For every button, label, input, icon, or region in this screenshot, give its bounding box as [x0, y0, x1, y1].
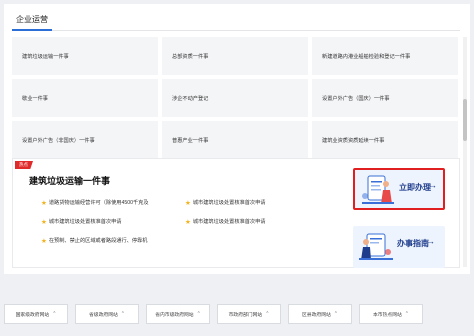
feature-item-label: 城市建筑垃圾处置核准首次申请: [192, 200, 266, 206]
select-label: 省内市级政府网站: [155, 312, 194, 318]
apply-now-button[interactable]: 立即办理 →: [353, 168, 445, 210]
scrollbar-thumb[interactable]: [463, 99, 467, 141]
service-guide-button[interactable]: 办事指南 →: [353, 226, 445, 268]
feature-item-row: ★ 城市建筑垃圾处置核准首次申请 ★ 城市建筑垃圾处置核准首次申请: [41, 212, 341, 231]
star-icon: ★: [185, 199, 191, 207]
select-label: 本市热点网站: [373, 312, 402, 318]
feature-item: ★ 在预制、禁止的区域或者路段通行、停靠机: [41, 237, 185, 245]
chevron-up-icon: ⌃: [404, 311, 409, 317]
star-icon: ★: [41, 199, 47, 207]
arrow-right-icon: →: [426, 236, 435, 246]
grid-row: 建筑垃圾运输一件事 总部资质一件事 新建道路内港业船舶检验和登记一件事: [12, 37, 460, 75]
scrollbar[interactable]: [463, 37, 467, 267]
guide-illustration-icon: [359, 233, 393, 260]
chevron-up-icon: ⌃: [333, 311, 338, 317]
select-label: 市政府部门网站: [228, 312, 263, 318]
service-item[interactable]: 歇业一件事: [12, 79, 158, 117]
service-item[interactable]: 新建道路内港业船舶检验和登记一件事: [312, 37, 458, 75]
grid-row: 歇业一件事 涉企不动产登记 设置户外广告（国庆）一件事: [12, 79, 460, 117]
provincial-sites-select[interactable]: 省级政府网站 ⌃: [75, 304, 139, 324]
star-icon: ★: [41, 237, 47, 245]
service-item[interactable]: 普惠产业一件事: [162, 121, 308, 159]
section-title: 企业运营: [16, 15, 48, 24]
feature-item-label: 城市建筑垃圾处置核准首次申请: [192, 219, 266, 225]
apply-now-label: 立即办理: [399, 183, 431, 192]
select-label: 国家级政府网站: [15, 312, 50, 318]
feature-item-label: 城市建筑垃圾处置核准首次申请: [48, 219, 122, 225]
star-icon: ★: [185, 218, 191, 226]
feature-item: ★ 道路货物运输经营许可（除使用4500千克及: [41, 199, 185, 207]
featured-title: 建筑垃圾运输一件事: [29, 176, 111, 186]
feature-item: ★ 城市建筑垃圾处置核准首次申请: [185, 218, 265, 226]
star-icon: ★: [41, 218, 47, 226]
chevron-up-icon: ⌃: [120, 311, 125, 317]
featured-service-card: 热点 建筑垃圾运输一件事 ★ 道路货物运输经营许可（除使用4500千克及 ★ 城…: [12, 158, 460, 268]
service-item[interactable]: 总部资质一件事: [162, 37, 308, 75]
applicant-illustration-icon: [362, 175, 394, 204]
feature-item-list: ★ 道路货物运输经营许可（除使用4500千克及 ★ 城市建筑垃圾处置核准首次申请…: [41, 193, 341, 250]
chevron-up-icon: ⌃: [196, 311, 201, 317]
chevron-up-icon: ⌃: [52, 311, 57, 317]
city-sites-select[interactable]: 省内市级政府网站 ⌃: [146, 304, 210, 324]
hot-tag-badge: 热点: [15, 161, 33, 169]
select-label: 省级政府网站: [89, 312, 118, 318]
national-sites-select[interactable]: 国家级政府网站 ⌃: [4, 304, 68, 324]
section-divider: [12, 30, 460, 31]
service-grid: 建筑垃圾运输一件事 总部资质一件事 新建道路内港业船舶检验和登记一件事 歇业一件…: [12, 37, 460, 163]
arrow-right-icon: →: [428, 180, 437, 190]
feature-item-label: 道路货物运输经营许可（除使用4500千克及: [48, 200, 149, 206]
feature-item: ★ 城市建筑垃圾处置核准首次申请: [41, 218, 185, 226]
feature-item-row: ★ 道路货物运输经营许可（除使用4500千克及 ★ 城市建筑垃圾处置核准首次申请: [41, 193, 341, 212]
hot-sites-select[interactable]: 本市热点网站 ⌃: [359, 304, 423, 324]
service-item[interactable]: 建筑业资质资质延续一件事: [312, 121, 458, 159]
site-links-row: 国家级政府网站 ⌃ 省级政府网站 ⌃ 省内市级政府网站 ⌃ 市政府部门网站 ⌃ …: [4, 304, 470, 324]
chevron-up-icon: ⌃: [265, 311, 270, 317]
service-guide-label: 办事指南: [397, 239, 429, 248]
feature-item-label: 在预制、禁止的区域或者路段通行、停靠机: [48, 238, 148, 244]
service-item[interactable]: 建筑垃圾运输一件事: [12, 37, 158, 75]
grid-row: 设置户外广告（非国庆）一件事 普惠产业一件事 建筑业资质资质延续一件事: [12, 121, 460, 159]
section-title-accent: [12, 29, 52, 31]
select-label: 区县政府网站: [302, 312, 331, 318]
feature-item: ★ 城市建筑垃圾处置核准首次申请: [185, 199, 265, 207]
district-sites-select[interactable]: 区县政府网站 ⌃: [288, 304, 352, 324]
department-sites-select[interactable]: 市政府部门网站 ⌃: [217, 304, 281, 324]
service-item[interactable]: 设置户外广告（国庆）一件事: [312, 79, 458, 117]
service-item[interactable]: 涉企不动产登记: [162, 79, 308, 117]
feature-item-row: ★ 在预制、禁止的区域或者路段通行、停靠机: [41, 231, 341, 250]
service-item[interactable]: 设置户外广告（非国庆）一件事: [12, 121, 158, 159]
services-panel: 企业运营 建筑垃圾运输一件事 总部资质一件事 新建道路内港业船舶检验和登记一件事…: [4, 4, 470, 274]
